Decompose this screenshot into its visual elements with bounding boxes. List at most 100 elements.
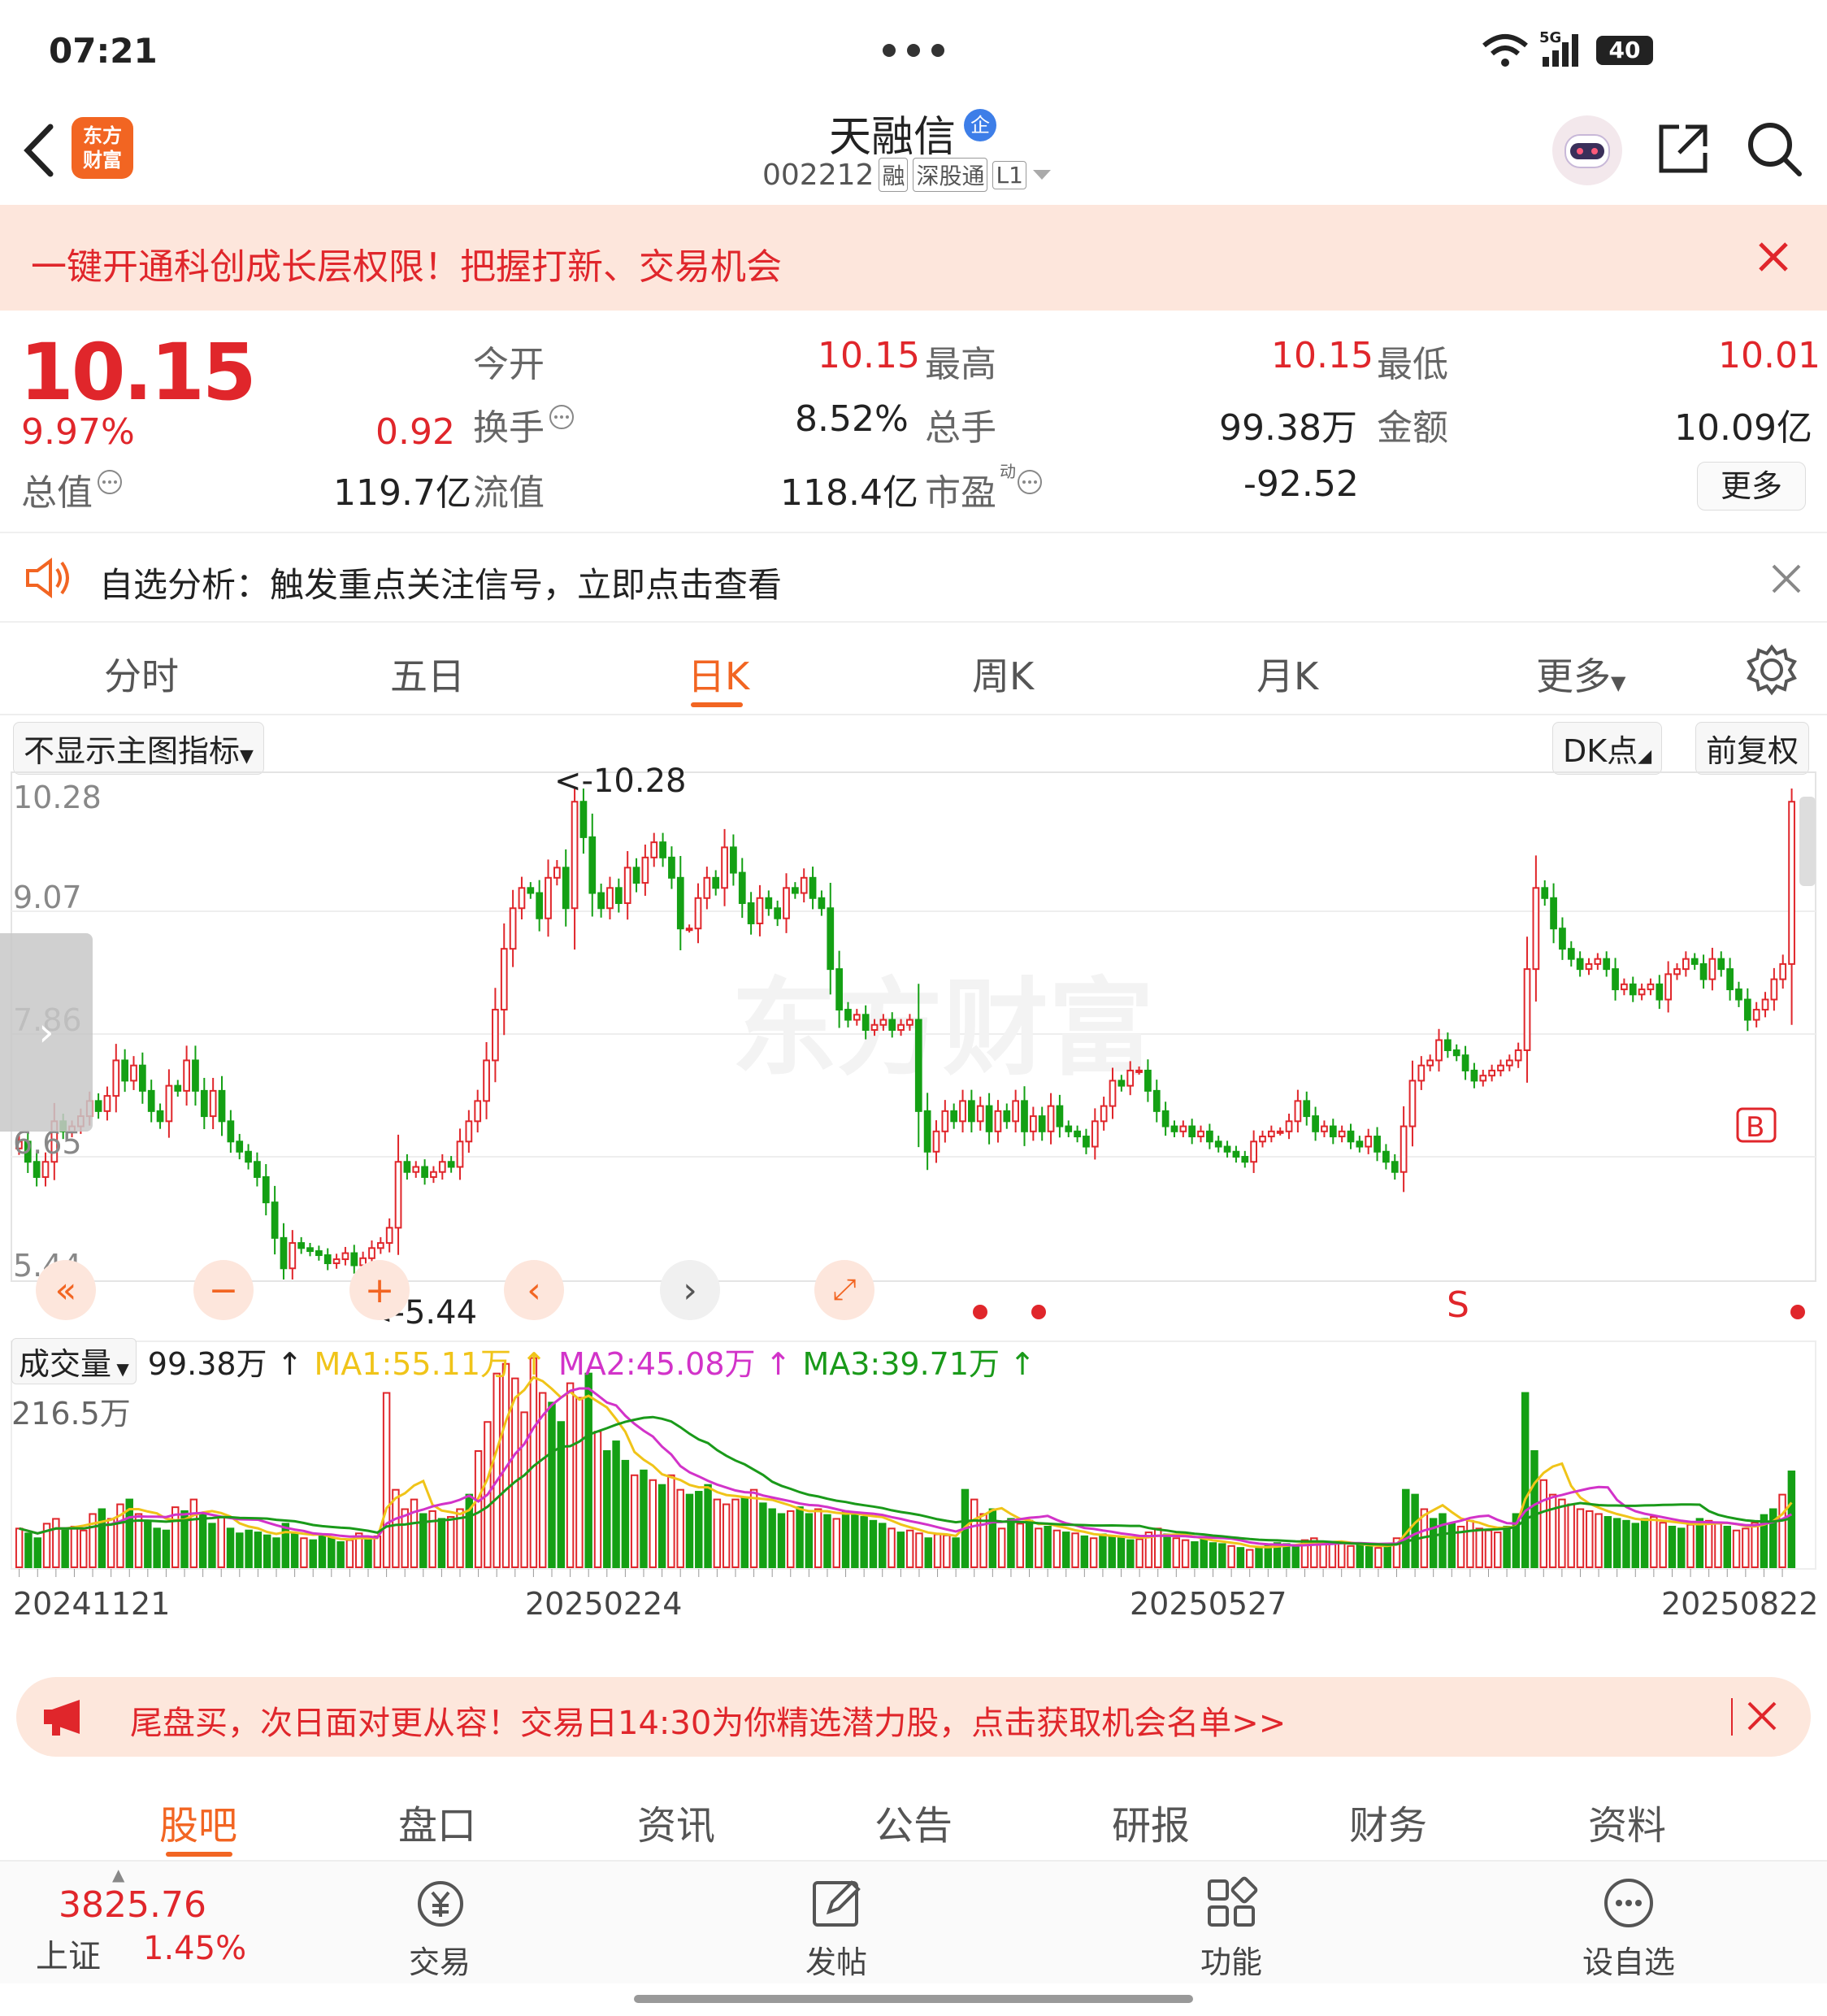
volume-bar <box>1402 1488 1410 1568</box>
candle-body <box>1056 1105 1064 1127</box>
close-icon[interactable] <box>1746 1700 1778 1736</box>
volume-bar <box>1732 1529 1741 1569</box>
candle-body <box>1479 1075 1487 1082</box>
candle-body <box>1250 1141 1257 1163</box>
post-button[interactable]: 发帖 <box>800 1876 873 1982</box>
more-button[interactable]: 更多 <box>1697 462 1806 511</box>
tab-intraday[interactable]: 分时 <box>104 647 179 701</box>
kline-chart[interactable]: 东方财富 10.289.077.866.655.44 <-10.28 <-5.4… <box>0 764 1827 1666</box>
tail-buy-promo[interactable]: 尾盘买，次日面对更从容！交易日14:30为你精选潜力股，点击获取机会名单>> <box>16 1677 1811 1757</box>
app-logo[interactable]: 东方 财富 <box>72 117 133 179</box>
trade-button[interactable]: 交易 <box>403 1876 476 1982</box>
chevron-right-icon[interactable]: › <box>660 1260 720 1320</box>
tag-margin: 融 <box>879 158 909 192</box>
volume-bar <box>300 1537 308 1569</box>
rewind-icon[interactable]: « <box>36 1260 96 1320</box>
tag-level: L1 <box>992 160 1026 189</box>
network-label: 5G <box>1539 29 1562 46</box>
volume-bar <box>153 1527 161 1569</box>
back-icon[interactable] <box>20 122 60 182</box>
volume-bar <box>943 1534 951 1569</box>
candle-body <box>579 801 588 838</box>
tab-profile[interactable]: 资料 <box>1588 1793 1666 1850</box>
tab-forum[interactable]: 股吧 <box>159 1793 237 1850</box>
candle-body <box>1567 948 1575 960</box>
add-watchlist-button[interactable]: 设自选 <box>1580 1876 1677 1982</box>
volume-indicator-selector[interactable]: 成交量 ▼ <box>11 1338 137 1384</box>
volume-bar <box>61 1527 69 1569</box>
buy-signal[interactable]: B <box>1746 1111 1764 1144</box>
scrollbar[interactable] <box>1799 797 1816 886</box>
volume-bar <box>1668 1525 1677 1569</box>
tab-orderbook[interactable]: 盘口 <box>398 1793 476 1850</box>
candle-body <box>888 1019 896 1032</box>
search-icon[interactable] <box>1744 119 1804 182</box>
candle-body <box>783 887 790 919</box>
volume-bar <box>401 1508 409 1568</box>
close-icon[interactable] <box>1755 239 1791 278</box>
volume-bar <box>106 1518 115 1569</box>
candle-body <box>41 1161 50 1178</box>
expand-icon[interactable]: ⤢ <box>814 1260 874 1320</box>
candle-body <box>1267 1130 1275 1138</box>
volume-bar <box>1062 1532 1070 1568</box>
tab-daily-k[interactable]: 日K <box>688 647 749 701</box>
candle-body <box>1426 1059 1434 1067</box>
candle-body <box>765 897 773 910</box>
stock-name: 天融信 <box>829 113 957 162</box>
side-panel-toggle[interactable]: › <box>0 933 93 1132</box>
analysis-alert[interactable]: 自选分析：触发重点关注信号，立即点击查看 <box>0 532 1827 623</box>
ma3-value: MA3:39.71万 ↑ <box>802 1339 1035 1384</box>
volume-bars <box>15 1357 1796 1569</box>
gear-icon[interactable] <box>1746 644 1798 699</box>
close-icon[interactable] <box>1770 563 1803 598</box>
zoom-in-icon[interactable]: + <box>349 1260 410 1320</box>
tab-financials[interactable]: 财务 <box>1349 1793 1427 1850</box>
tab-weekly-k[interactable]: 周K <box>972 647 1034 701</box>
info-icon[interactable] <box>548 403 575 434</box>
volume-bar <box>869 1519 878 1568</box>
volume-bar <box>1337 1542 1346 1568</box>
chevron-left-icon[interactable]: ‹ <box>504 1260 564 1320</box>
add-watchlist-label: 设自选 <box>1582 1944 1675 1980</box>
candle-body <box>438 1161 446 1173</box>
zoom-out-icon[interactable]: − <box>193 1260 254 1320</box>
function-button[interactable]: 功能 <box>1195 1876 1268 1982</box>
volume-bar <box>1677 1527 1686 1569</box>
candle-body <box>1100 1105 1108 1123</box>
candle-body <box>280 1236 288 1270</box>
sell-signal[interactable]: S <box>1447 1284 1469 1326</box>
chevron-down-icon[interactable] <box>1031 167 1052 183</box>
battery-icon: 40 <box>1596 36 1653 65</box>
candle-body <box>1276 1130 1284 1134</box>
candle-body <box>897 1023 905 1032</box>
volume-bar <box>336 1541 345 1569</box>
more-dots-icon[interactable] <box>881 42 946 62</box>
high-value: 10.15 <box>1271 335 1374 376</box>
candle-body <box>368 1247 375 1259</box>
tab-five-day[interactable]: 五日 <box>390 647 465 701</box>
volume-bar <box>1595 1513 1603 1568</box>
candle-body <box>1594 958 1602 965</box>
tab-more[interactable]: 更多▼ <box>1536 647 1625 701</box>
volume-bar <box>1567 1503 1575 1568</box>
tab-research[interactable]: 研报 <box>1112 1793 1190 1850</box>
candle-body <box>1065 1125 1073 1132</box>
home-indicator[interactable] <box>634 1995 1193 2003</box>
tab-news[interactable]: 资讯 <box>637 1793 715 1850</box>
promo-banner[interactable]: 一键开通科创成长层权限！把握打新、交易机会 <box>0 205 1827 311</box>
tab-monthly-k[interactable]: 月K <box>1256 647 1318 701</box>
index-value[interactable]: 3825.76 <box>59 1884 206 1926</box>
volume-bar <box>309 1539 317 1569</box>
candle-body <box>1117 1080 1126 1087</box>
tab-announcements[interactable]: 公告 <box>874 1793 953 1850</box>
assistant-robot-icon[interactable] <box>1552 115 1622 185</box>
stock-code-row[interactable]: 002212 融 深股通 L1 <box>762 158 1052 192</box>
volume-bar <box>1503 1525 1511 1569</box>
candle-body <box>1656 983 1664 1001</box>
info-icon[interactable] <box>1016 468 1044 499</box>
share-icon[interactable] <box>1655 120 1712 180</box>
volume-bar <box>1530 1449 1538 1568</box>
volume-bar <box>1723 1525 1731 1569</box>
info-icon[interactable] <box>96 468 124 499</box>
